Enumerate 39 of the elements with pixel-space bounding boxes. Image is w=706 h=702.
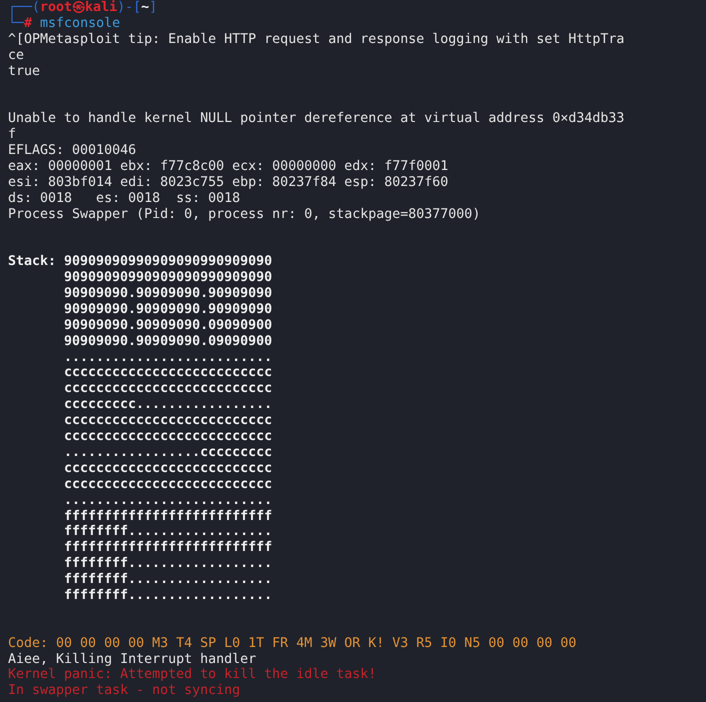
stack-row: .......................... <box>64 350 272 366</box>
output-line: ds: 0018 es: 0018 ss: 0018 <box>8 190 240 207</box>
stack-row: .................ccccccccc <box>64 444 272 461</box>
stack-row: ffffffffffffffffffffffffff <box>64 508 272 524</box>
stack-row: 90909090.90909090.90909090 <box>64 286 272 302</box>
stack-row: cccccccccccccccccccccccccc <box>64 429 272 445</box>
output-line: Unable to handle kernel NULL pointer dereference at virtual address 0×d34db33 <box>8 111 624 128</box>
output-line: eax: 00000001 ebx: f77c8c00 ecx: 00000000 edx: f77f0001 <box>8 158 448 175</box>
stack-row: ffffffff.................. <box>64 588 272 604</box>
stack-row: cccccccccccccccccccccccccc <box>64 476 272 493</box>
stack-row: ffffffff.................. <box>64 572 272 588</box>
stack-row: cccccccccccccccccccccccccc <box>64 381 272 398</box>
stack-row: .......................... <box>64 492 272 508</box>
stack-row: 90909090.90909090.90909090 <box>64 302 272 318</box>
stack-row: ffffffff.................. <box>64 524 272 540</box>
prompt-line: ┌──(root㉿kali)-[~] <box>8 0 158 15</box>
stack-row: 90909090.90909090.09090900 <box>64 318 272 334</box>
output-line: Process Swapper (Pid: 0, process nr: 0, stackpage=80377000) <box>8 206 480 222</box>
output-line: Kernel panic: Attempted to kill the idle task! <box>8 667 376 684</box>
stack-row: ccccccccc................. <box>64 397 272 414</box>
output-line: f <box>8 127 16 144</box>
output-line: EFLAGS: 00010046 <box>8 143 136 159</box>
stack-row: cccccccccccccccccccccccccc <box>64 365 272 382</box>
output-line: ce <box>8 48 24 64</box>
output-line: Aiee, Killing Interrupt handler <box>8 652 256 668</box>
prompt-line: └─# msfconsole <box>8 16 120 32</box>
output-line: true <box>8 64 40 80</box>
stack-row: cccccccccccccccccccccccccc <box>64 460 272 477</box>
output-line: Code: 00 00 00 00 M3 T4 SP L0 1T FR 4M 3W OR K! V3 R5 I0 N5 00 00 00 00 <box>8 636 576 652</box>
stack-row: cccccccccccccccccccccccccc <box>64 413 272 430</box>
stack-row: 90909090990909090990909090 <box>64 254 272 270</box>
stack-row: ffffffffffffffffffffffffff <box>64 540 272 556</box>
output-line: In swapper task - not syncing <box>8 683 240 700</box>
stack-row: ffffffff.................. <box>64 556 272 572</box>
output-line: esi: 803bf014 edi: 8023c755 ebp: 80237f84 esp: 80237f60 <box>8 174 448 191</box>
stack-row: 90909090.90909090.09090900 <box>64 334 272 350</box>
stack-row: 90909090990909090990909090 <box>64 270 272 286</box>
output-line: ^[OPMetasploit tip: Enable HTTP request and response logging with set HttpTra <box>8 32 624 48</box>
stack-label: Stack: <box>8 254 58 270</box>
